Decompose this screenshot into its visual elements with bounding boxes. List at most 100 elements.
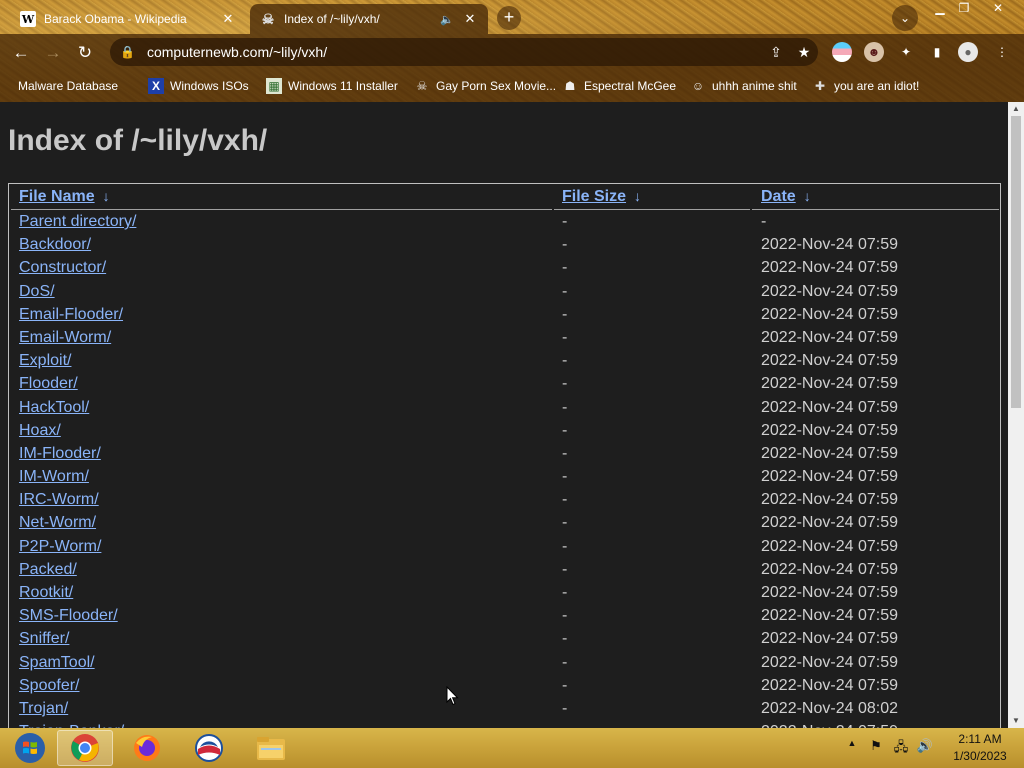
network-icon[interactable]: 🖧 <box>892 738 910 758</box>
file-name-link[interactable]: Rootkit/ <box>19 584 73 602</box>
file-name-link[interactable]: Exploit/ <box>19 352 71 370</box>
bookmark-label: Windows 11 Installer <box>288 79 398 93</box>
table-row: Parent directory/ - - <box>9 210 1000 233</box>
file-name-link[interactable]: Email-Flooder/ <box>19 306 123 324</box>
file-name-link[interactable]: IM-Flooder/ <box>19 445 101 463</box>
scrollbar-thumb[interactable] <box>1011 116 1021 408</box>
table-row: IM-Flooder/ - 2022-Nov-24 07:59 <box>9 442 1000 465</box>
close-tab-icon[interactable]: ✕ <box>220 11 236 27</box>
x-logo-icon: X <box>148 78 164 94</box>
header-date[interactable]: Date ↓ <box>761 188 811 210</box>
file-size-cell: - <box>562 607 568 625</box>
address-bar[interactable]: 🔒 computernewb.com/~lily/vxh/ ⇪ ★ <box>110 38 818 66</box>
taskbar-clock[interactable]: 2:11 AM 1/30/2023 <box>938 731 1022 765</box>
table-row: Sniffer/ - 2022-Nov-24 07:59 <box>9 627 1000 650</box>
taskbar-chrome[interactable] <box>57 730 113 766</box>
url-text[interactable]: computernewb.com/~lily/vxh/ <box>147 44 762 60</box>
sort-by-name-link[interactable]: File Name <box>19 188 95 205</box>
file-name-link[interactable]: Sniffer/ <box>19 630 69 648</box>
action-center-flag-icon[interactable]: ⚑ <box>868 738 884 758</box>
taskbar-obama-app[interactable] <box>181 730 237 766</box>
file-name-link[interactable]: P2P-Worm/ <box>19 538 101 556</box>
chrome-logo-icon <box>71 734 99 762</box>
extensions-puzzle-icon[interactable]: ✦ <box>896 42 916 62</box>
bookmark-windows-11-installer[interactable]: ▦ Windows 11 Installer <box>266 76 398 96</box>
avatar-extension-icon[interactable]: ☻ <box>864 42 884 62</box>
sort-arrow-icon[interactable]: ↓ <box>103 188 110 204</box>
taskbar-file-explorer[interactable] <box>243 730 299 766</box>
file-name-link[interactable]: Parent directory/ <box>19 213 136 231</box>
file-size-cell: - <box>562 421 568 439</box>
tab-strip: W Barack Obama - Wikipedia ✕ ☠ Index of … <box>0 0 1024 34</box>
sort-by-date-link[interactable]: Date <box>761 188 796 205</box>
file-name-link[interactable]: Hoax/ <box>19 422 61 440</box>
taskbar-firefox[interactable] <box>119 730 175 766</box>
table-row: Packed/ - 2022-Nov-24 07:59 <box>9 558 1000 581</box>
file-name-link[interactable]: Net-Worm/ <box>19 514 96 532</box>
profile-avatar-icon[interactable]: ● <box>958 42 978 62</box>
bookmark-star-icon[interactable]: ★ <box>790 44 818 61</box>
file-name-link[interactable]: SpamTool/ <box>19 654 95 672</box>
restore-button[interactable]: ❐ <box>952 0 976 18</box>
table-row: Spoofer/ - 2022-Nov-24 07:59 <box>9 674 1000 697</box>
tab-wikipedia[interactable]: W Barack Obama - Wikipedia ✕ <box>10 4 246 34</box>
date-cell: 2022-Nov-24 08:02 <box>761 699 898 717</box>
header-file-size[interactable]: File Size ↓ <box>562 188 641 210</box>
tab-index-vxh[interactable]: ☠ Index of /~lily/vxh/ 🔈 ✕ <box>250 4 488 34</box>
show-hidden-icons-chevron-icon[interactable]: ▲ <box>846 738 858 758</box>
close-tab-icon[interactable]: ✕ <box>462 11 478 27</box>
bookmark-label: uhhh anime shit <box>712 79 797 93</box>
file-size-cell: - <box>562 560 568 578</box>
bookmark-label: Windows ISOs <box>170 79 249 93</box>
bookmark-uhhh-anime[interactable]: ☺ uhhh anime shit <box>690 76 797 96</box>
file-size-cell: - <box>562 653 568 671</box>
volume-icon[interactable]: 🔊 <box>916 738 934 758</box>
lock-icon[interactable]: 🔒 <box>120 45 135 59</box>
file-name-link[interactable]: Constructor/ <box>19 259 106 277</box>
back-button[interactable]: ← <box>8 40 34 66</box>
bookmark-you-are-an-idiot[interactable]: ✚ you are an idiot! <box>812 76 919 96</box>
tab-search-button[interactable]: ⌄ <box>892 5 918 31</box>
trans-flag-extension-icon[interactable] <box>832 42 852 62</box>
scroll-down-arrow-icon[interactable]: ▼ <box>1008 714 1024 728</box>
bookmark-gay-porn-sex-movie[interactable]: ☠ Gay Porn Sex Movie... <box>414 76 556 96</box>
sort-by-size-link[interactable]: File Size <box>562 188 626 205</box>
date-cell: 2022-Nov-24 07:59 <box>761 491 898 509</box>
bookmark-espectral-mcgee[interactable]: ☗ Espectral McGee <box>562 76 676 96</box>
file-name-link[interactable]: SMS-Flooder/ <box>19 607 118 625</box>
file-size-cell: - <box>562 514 568 532</box>
file-name-link[interactable]: HackTool/ <box>19 399 89 417</box>
file-name-link[interactable]: Email-Worm/ <box>19 329 111 347</box>
file-name-link[interactable]: Trojan/ <box>19 700 68 718</box>
new-tab-button[interactable]: + <box>497 6 521 30</box>
file-size-cell: - <box>562 236 568 254</box>
bookmark-windows-isos[interactable]: X Windows ISOs <box>148 76 249 96</box>
scroll-up-arrow-icon[interactable]: ▲ <box>1008 102 1024 116</box>
sort-arrow-icon[interactable]: ↓ <box>804 188 811 204</box>
vertical-scrollbar[interactable]: ▲ ▼ <box>1008 102 1024 728</box>
date-cell: 2022-Nov-24 07:59 <box>761 560 898 578</box>
header-file-name[interactable]: File Name ↓ <box>19 188 110 210</box>
close-window-button[interactable]: ✕ <box>986 0 1010 18</box>
browser-chrome: W Barack Obama - Wikipedia ✕ ☠ Index of … <box>0 0 1024 102</box>
file-name-link[interactable]: Spoofer/ <box>19 677 79 695</box>
menu-kebab-icon[interactable]: ⋮ <box>992 42 1012 62</box>
minimize-button[interactable]: ▁ <box>928 0 952 18</box>
file-name-link[interactable]: IRC-Worm/ <box>19 491 99 509</box>
share-icon[interactable]: ⇪ <box>762 44 790 61</box>
sort-arrow-icon[interactable]: ↓ <box>634 188 641 204</box>
start-button[interactable] <box>2 730 58 766</box>
file-size-cell: - <box>562 676 568 694</box>
forward-button[interactable]: → <box>40 40 66 66</box>
file-name-link[interactable]: Backdoor/ <box>19 236 91 254</box>
bookmark-malware-database[interactable]: Malware Database <box>18 76 118 96</box>
file-size-cell: - <box>562 630 568 648</box>
file-name-link[interactable]: DoS/ <box>19 283 55 301</box>
file-name-link[interactable]: IM-Worm/ <box>19 468 89 486</box>
reload-button[interactable]: ↻ <box>72 40 98 66</box>
file-name-link[interactable]: Packed/ <box>19 561 77 579</box>
side-panel-icon[interactable]: ▮ <box>927 42 947 62</box>
table-row: Rootkit/ - 2022-Nov-24 07:59 <box>9 581 1000 604</box>
speaker-icon[interactable]: 🔈 <box>440 13 454 26</box>
file-name-link[interactable]: Flooder/ <box>19 375 78 393</box>
